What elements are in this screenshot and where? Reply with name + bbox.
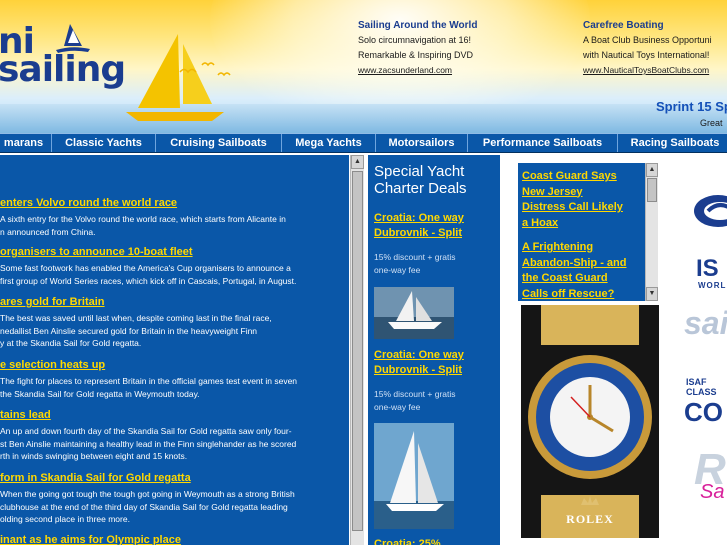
cg-news-link[interactable]: Coast Guard Says	[522, 169, 617, 185]
windsurfer-icon	[56, 24, 90, 53]
news-headline-link[interactable]: tains lead	[0, 408, 349, 422]
deal-description: 15% discount + gratis	[374, 252, 456, 262]
yacht-photo-icon[interactable]	[374, 287, 454, 339]
news-item: organisers to announce 10-boat fleet Som…	[0, 245, 349, 287]
news-scrollbar[interactable]: ▲	[350, 155, 364, 545]
promo-subtitle: Great	[700, 118, 723, 128]
sponsor-logos: IS WORLD sai ISAF CLASS CO R Sa	[666, 157, 727, 545]
nav-item-racing-sailboats[interactable]: Racing Sailboats	[618, 134, 727, 152]
cg-news-link[interactable]: Abandon-Ship - and	[522, 256, 626, 272]
isaf-classes-text: CO	[684, 397, 723, 427]
cg-news-link[interactable]: a Hoax	[522, 216, 558, 232]
nav-item-performance-sailboats[interactable]: Performance Sailboats	[468, 134, 618, 152]
news-summary: The best was saved until last when, desp…	[0, 313, 272, 323]
yacht-charter-deals: Special Yacht Charter Deals Croatia: One…	[368, 155, 500, 545]
rolex-watch-icon	[521, 305, 659, 538]
news-headline-link[interactable]: enters Volvo round the world race	[0, 196, 349, 210]
news-summary: the Skandia Sail for Gold regatta in Wey…	[0, 388, 200, 399]
news-item: form in Skandia Sail for Gold regatta Wh…	[0, 471, 349, 526]
news-headline-link[interactable]: form in Skandia Sail for Gold regatta	[0, 471, 349, 485]
news-headline-link[interactable]: ares gold for Britain	[0, 295, 349, 309]
rs-script-text: Sa	[700, 481, 725, 503]
ad-text-line: with Nautical Toys International!	[583, 50, 710, 60]
news-summary: rth in winds swinging between eight and …	[0, 451, 188, 461]
news-item: e selection heats up The fight for place…	[0, 358, 349, 400]
news-summary: When the going got tough the tough got g…	[0, 489, 295, 499]
isaf-classes-logo[interactable]: ISAF CLASS	[686, 377, 717, 397]
scroll-up-arrow-icon[interactable]: ▲	[646, 163, 658, 177]
news-summary: A sixth entry for the Volvo round the wo…	[0, 214, 286, 224]
deal-link[interactable]: Dubrovnik - Split	[374, 226, 462, 241]
deal-link[interactable]: Croatia: One way	[374, 211, 464, 226]
news-summary: olding second place in three more.	[0, 514, 130, 524]
cg-news-link[interactable]: Distress Call Likely	[522, 200, 623, 216]
scrollbar-thumb[interactable]	[647, 178, 657, 202]
news-item: inant as he aims for Olympic place	[0, 533, 349, 545]
cg-news-link[interactable]: Calls off Rescue?	[522, 287, 614, 302]
nav-item-mega-yachts[interactable]: Mega Yachts	[282, 134, 376, 152]
sail-logo-text[interactable]: sai	[684, 305, 727, 342]
header-ad-sailing-around-world[interactable]: Sailing Around the World Solo circumnavi…	[358, 18, 558, 78]
ad-text-line: Solo circumnavigation at 16!	[358, 35, 472, 45]
news-summary: n announced from China.	[0, 226, 96, 237]
deal-link[interactable]: Croatia: One way	[374, 348, 464, 363]
isaf-emblem-icon[interactable]	[688, 191, 727, 231]
deal-link[interactable]: Dubrovnik - Split	[374, 363, 462, 378]
cg-news-link[interactable]: A Frightening	[522, 240, 593, 256]
news-summary: Some fast footwork has enabled the Ameri…	[0, 263, 291, 273]
logo-line-2: sailing	[0, 49, 126, 90]
ad-text-line: A Boat Club Business Opportuni	[583, 35, 712, 45]
news-item: tains lead An up and down fourth day of …	[0, 408, 349, 463]
ad-title[interactable]: Sailing Around the World	[358, 18, 558, 33]
isaf-world-text: WORLD	[698, 281, 727, 290]
ad-title[interactable]: Carefree Boating	[583, 18, 727, 33]
nav-item-cruising-sailboats[interactable]: Cruising Sailboats	[156, 134, 282, 152]
cg-news-link[interactable]: the Coast Guard	[522, 271, 608, 287]
news-summary: The fight for places to represent Britai…	[0, 376, 298, 386]
cg-news-link[interactable]: New Jersey	[522, 185, 583, 201]
deal-description: 15% discount + gratis	[374, 389, 456, 399]
scroll-up-arrow-icon[interactable]: ▲	[351, 155, 364, 169]
deal-description: one-way fee	[374, 265, 421, 275]
scrollbar-thumb[interactable]	[352, 171, 363, 531]
isaf-logo-text: IS	[696, 255, 719, 282]
promo-title-link[interactable]: Sprint 15 Sp	[656, 99, 727, 114]
news-summary: y at the Skandia Sail for Gold regatta.	[0, 338, 142, 348]
scroll-down-arrow-icon[interactable]: ▼	[646, 287, 658, 301]
isaf-classes-line: ISAF	[686, 377, 707, 387]
deal-link[interactable]: Croatia: 25%	[374, 537, 441, 545]
rolex-brand-text: ROLEX	[566, 512, 614, 526]
header-sea	[0, 104, 727, 133]
deals-title: Special Yacht Charter Deals	[374, 163, 467, 197]
ad-text-line: Remarkable & Inspiring DVD	[358, 50, 474, 60]
ad-url-link[interactable]: www.NauticalToysBoatClubs.com	[583, 63, 727, 78]
category-nav: marans Classic Yachts Cruising Sailboats…	[0, 133, 727, 153]
news-summary: An up and down fourth day of the Skandia…	[0, 426, 292, 436]
news-headline-link[interactable]: inant as he aims for Olympic place	[0, 533, 349, 545]
header-ad-carefree-boating[interactable]: Carefree Boating A Boat Club Business Op…	[583, 18, 727, 78]
seagulls-icon	[179, 62, 231, 77]
news-summary: clubhouse at the end of the third day of…	[0, 501, 288, 512]
coast-guard-news: Coast Guard Says New Jersey Distress Cal…	[518, 163, 646, 301]
news-item: enters Volvo round the world race A sixt…	[0, 196, 349, 238]
news-summary: first group of World Series races, which…	[0, 275, 297, 286]
news-item: ares gold for Britain The best was saved…	[0, 295, 349, 350]
yacht-photo-icon[interactable]	[374, 423, 454, 529]
coast-guard-scrollbar[interactable]: ▲ ▼	[645, 163, 658, 301]
deal-description: one-way fee	[374, 402, 421, 412]
news-summary: nedallist Ben Ainslie secured gold for B…	[0, 325, 258, 336]
news-feed: enters Volvo round the world race A sixt…	[0, 155, 349, 545]
nav-item-motorsailors[interactable]: Motorsailors	[376, 134, 468, 152]
ad-url-link[interactable]: www.zacsunderland.com	[358, 63, 558, 78]
news-headline-link[interactable]: e selection heats up	[0, 358, 349, 372]
news-headline-link[interactable]: organisers to announce 10-boat fleet	[0, 245, 349, 259]
isaf-classes-line: CLASS	[686, 387, 717, 397]
nav-item-classic-yachts[interactable]: Classic Yachts	[52, 134, 156, 152]
rolex-watch-ad[interactable]: ROLEX	[521, 305, 659, 538]
site-header: ni sailing Sailing Around the World Solo…	[0, 0, 727, 133]
nav-item-catamarans[interactable]: marans	[0, 134, 52, 152]
news-summary: st Ben Ainslie maintaining a healthy lea…	[0, 438, 297, 449]
